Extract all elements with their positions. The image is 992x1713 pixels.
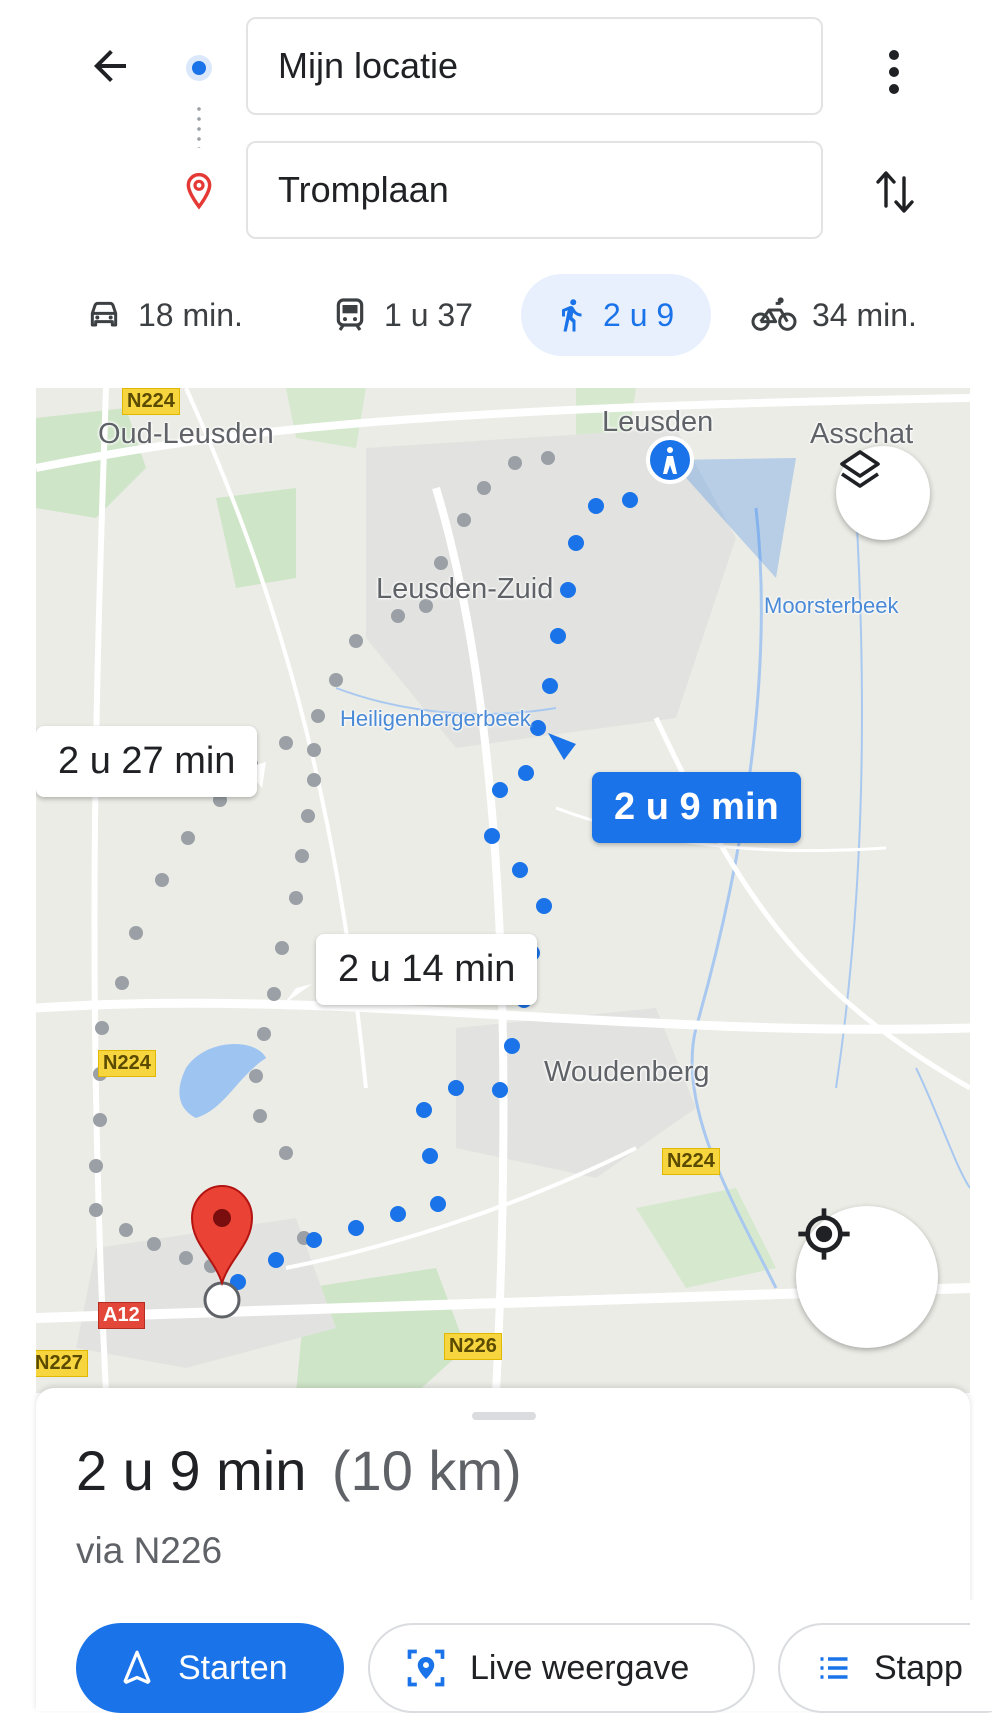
route-callout-alt1[interactable]: 2 u 27 min (36, 726, 258, 797)
origin-input[interactable] (278, 45, 821, 87)
route-summary: 2 u 9 min (10 km) (76, 1438, 522, 1503)
list-icon (820, 1657, 848, 1679)
layers-button[interactable] (836, 446, 930, 540)
road-shield-n224-a: N224 (98, 1050, 156, 1077)
origin-field[interactable] (246, 17, 823, 115)
layers-icon (840, 450, 880, 488)
place-woudenberg: Woudenberg (544, 1056, 710, 1088)
route-distance: (10 km) (331, 1439, 522, 1502)
mode-car-label: 18 min. (138, 296, 243, 333)
steps-button-label: Stapp (874, 1648, 963, 1687)
origin-dot-icon (186, 55, 212, 81)
place-leusden: Leusden (602, 406, 714, 438)
road-shield-n224-top: N224 (122, 388, 180, 415)
route-duration: 2 u 9 min (76, 1439, 307, 1502)
mode-tab-transit[interactable]: 1 u 37 (330, 274, 473, 356)
route-callout-alt2[interactable]: 2 u 14 min (316, 934, 538, 1005)
arrow-back-icon (94, 50, 126, 82)
sheet-drag-handle[interactable] (472, 1412, 536, 1420)
swap-vert-icon (876, 171, 914, 213)
mode-walk-label: 2 u 9 (603, 296, 675, 333)
start-button[interactable]: Starten (76, 1623, 344, 1713)
road-shield-n224-b: N224 (662, 1148, 720, 1175)
chip-scroll-edge (970, 1600, 992, 1711)
transit-icon (336, 298, 364, 331)
live-view-button-label: Live weergave (470, 1648, 690, 1687)
live-view-button[interactable]: Live weergave (368, 1623, 755, 1713)
swap-button[interactable] (864, 160, 928, 224)
route-callout-selected[interactable]: 2 u 9 min (592, 772, 801, 843)
steps-button[interactable]: Stapp (778, 1623, 992, 1713)
walk-icon (562, 299, 582, 332)
bike-icon (751, 297, 797, 331)
place-heiligenbergerbeek: Heiligenbergerbeek (340, 706, 531, 731)
my-location-button[interactable] (796, 1206, 938, 1348)
mode-transit-label: 1 u 37 (384, 296, 473, 333)
mode-bike-label: 34 min. (812, 296, 917, 333)
road-shield-n226: N226 (444, 1333, 502, 1360)
route-via: via N226 (76, 1530, 223, 1571)
mode-tab-bike[interactable]: 34 min. (750, 274, 917, 356)
destination-input[interactable] (278, 169, 821, 211)
road-shield-n227: N227 (36, 1350, 88, 1377)
destination-pin-icon (183, 172, 215, 217)
mode-tab-walk[interactable]: 2 u 9 (521, 274, 711, 356)
start-button-label: Starten (178, 1648, 288, 1687)
place-oud-leusden: Oud-Leusden (98, 418, 274, 450)
map-view[interactable]: Oud-Leusden Leusden Asschat Leusden-Zuid… (36, 388, 970, 1393)
back-button[interactable] (78, 34, 142, 98)
route-connector (197, 104, 201, 148)
road-shield-a12: A12 (98, 1302, 145, 1329)
mode-tab-car[interactable]: 18 min. (84, 274, 243, 356)
more-options-button[interactable] (870, 40, 918, 104)
place-moorsterbeek: Moorsterbeek (764, 593, 899, 618)
more-vert-icon (889, 50, 899, 94)
navigation-icon (123, 1650, 151, 1684)
car-icon (90, 301, 118, 327)
live-view-icon (407, 1649, 445, 1687)
destination-field[interactable] (246, 141, 823, 239)
place-leusden-zuid: Leusden-Zuid (376, 573, 554, 605)
my-location-icon (798, 1208, 850, 1260)
